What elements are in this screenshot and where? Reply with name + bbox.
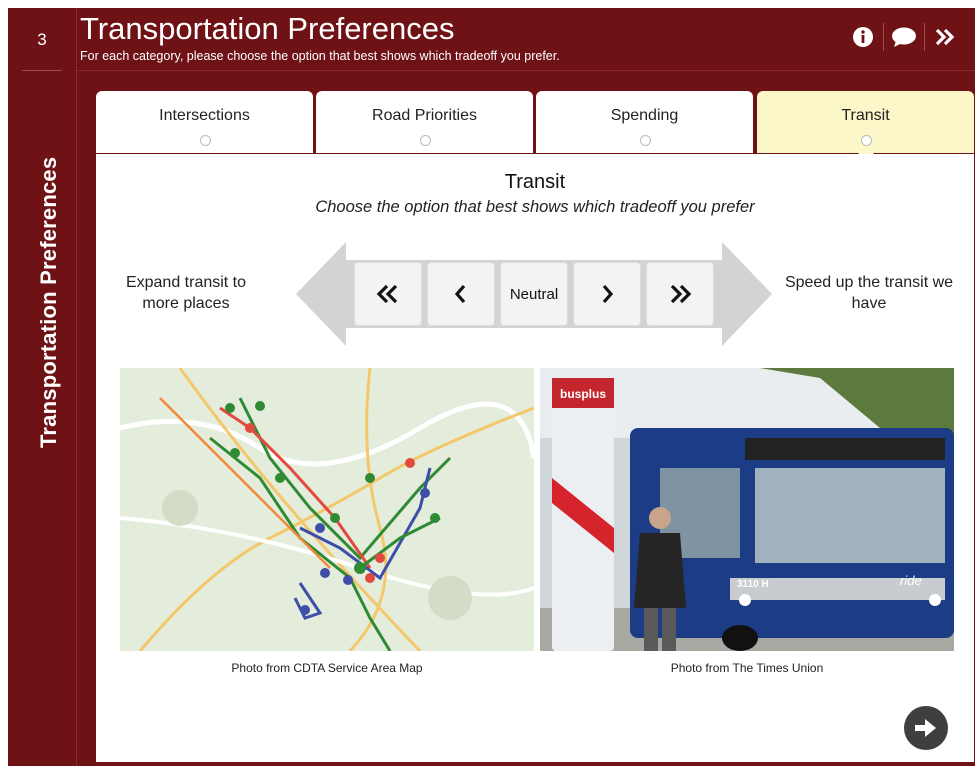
pole-brand: busplus <box>560 387 606 401</box>
step-number: 3 <box>37 30 47 49</box>
tab-label: Transit <box>841 107 890 124</box>
tab-radio <box>860 135 872 146</box>
transit-map-image <box>120 368 534 651</box>
sidebar: 3 Transportation Preferences <box>8 8 77 766</box>
next-button[interactable] <box>904 706 948 750</box>
tab-transit[interactable]: Transit <box>757 91 974 161</box>
step-divider <box>22 70 62 71</box>
scale-button-right[interactable] <box>573 262 641 326</box>
tab-label: Road Priorities <box>372 107 477 124</box>
tab-road-priorities[interactable]: Road Priorities <box>316 91 533 153</box>
question-panel: Transit Choose the option that best show… <box>96 154 974 762</box>
tab-label: Intersections <box>159 107 250 124</box>
page-title: Transportation Preferences <box>80 11 455 46</box>
info-icon[interactable] <box>843 22 883 52</box>
header-actions <box>843 22 965 52</box>
double-chevron-right-icon <box>670 284 692 304</box>
tab-radio <box>199 135 211 146</box>
tab-intersections[interactable]: Intersections <box>96 91 313 153</box>
arrow-right-icon <box>915 719 936 737</box>
right-option-label: Speed up the transit we have <box>784 274 954 312</box>
scale-button-strong-right[interactable] <box>646 262 714 326</box>
scale-button-strong-left[interactable] <box>354 262 422 326</box>
left-option-label: Expand transit to more places <box>125 274 247 312</box>
scale-button-left[interactable] <box>427 262 495 326</box>
bus-brand: ride <box>900 573 922 588</box>
tab-radio <box>419 135 431 146</box>
double-chevron-left-icon <box>376 284 398 304</box>
tab-radio <box>639 135 651 146</box>
chevron-right-icon <box>602 284 614 304</box>
bus-number: 3110 H <box>737 579 769 590</box>
sidebar-title: Transportation Preferences <box>36 156 61 448</box>
header: Transportation Preferences For each cate… <box>76 8 975 71</box>
double-chevron-right-icon[interactable] <box>925 22 965 52</box>
scale-button-neutral[interactable]: Neutral <box>500 262 568 326</box>
chevron-left-icon <box>454 284 466 304</box>
page-subtitle: For each category, please choose the opt… <box>80 49 560 63</box>
bus-photo-image: busplus 3110 H ride <box>540 368 954 651</box>
question-title: Transit <box>504 171 566 193</box>
question-subtitle: Choose the option that best shows which … <box>315 198 755 216</box>
map-caption: Photo from CDTA Service Area Map <box>231 661 423 675</box>
bus-caption: Photo from The Times Union <box>670 661 824 675</box>
tab-label: Spending <box>610 107 679 124</box>
chat-bubble-icon[interactable] <box>884 22 924 52</box>
tab-spending[interactable]: Spending <box>536 91 753 153</box>
